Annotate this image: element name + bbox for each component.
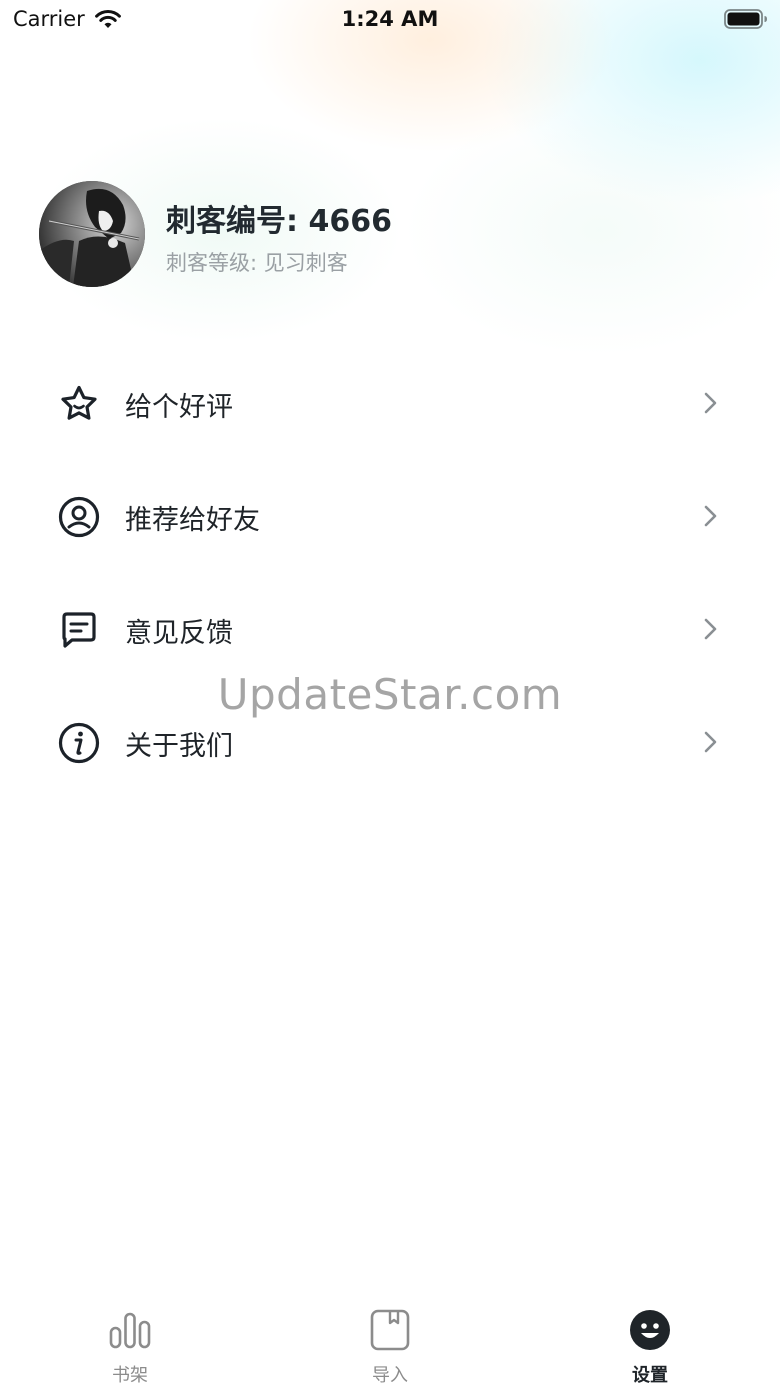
settings-smile-icon	[630, 1310, 670, 1350]
menu-item-rate[interactable]: 给个好评	[0, 347, 780, 460]
menu-item-feedback[interactable]: 意见反馈	[0, 573, 780, 686]
star-icon	[61, 385, 97, 420]
tab-settings[interactable]: 设置	[590, 1290, 710, 1387]
settings-menu: 给个好评 推荐给好友 意见反馈 关于我们	[0, 347, 780, 799]
avatar[interactable]	[39, 181, 145, 287]
battery-icon	[724, 9, 767, 29]
profile-name: 刺客编号: 4666	[166, 204, 392, 239]
tab-label: 书架	[112, 1365, 148, 1386]
menu-item-about[interactable]: 关于我们	[0, 686, 780, 799]
profile-level: 刺客等级: 见习刺客	[166, 251, 348, 275]
tab-bookshelf[interactable]: 书架	[70, 1290, 190, 1387]
chevron-right-icon	[704, 731, 717, 753]
chevron-right-icon	[704, 392, 717, 414]
menu-item-recommend[interactable]: 推荐给好友	[0, 460, 780, 573]
status-time: 1:24 AM	[341, 7, 439, 31]
import-icon	[370, 1309, 410, 1351]
info-icon	[58, 722, 100, 764]
avatar-image	[39, 181, 145, 287]
chevron-right-icon	[704, 505, 717, 527]
chevron-right-icon	[704, 618, 717, 640]
menu-item-label: 意见反馈	[125, 618, 233, 649]
menu-item-label: 推荐给好友	[125, 505, 260, 536]
menu-item-label: 给个好评	[125, 392, 233, 423]
tab-import[interactable]: 导入	[330, 1290, 450, 1387]
tab-label: 导入	[372, 1365, 408, 1386]
bookshelf-icon	[109, 1312, 151, 1349]
message-icon	[62, 612, 96, 648]
menu-item-label: 关于我们	[125, 731, 233, 762]
tab-label: 设置	[632, 1365, 668, 1386]
tab-bar: 书架 导入 设置	[0, 1290, 780, 1387]
status-bar: Carrier 1:24 AM	[0, 0, 780, 40]
user-circle-icon	[58, 496, 100, 538]
